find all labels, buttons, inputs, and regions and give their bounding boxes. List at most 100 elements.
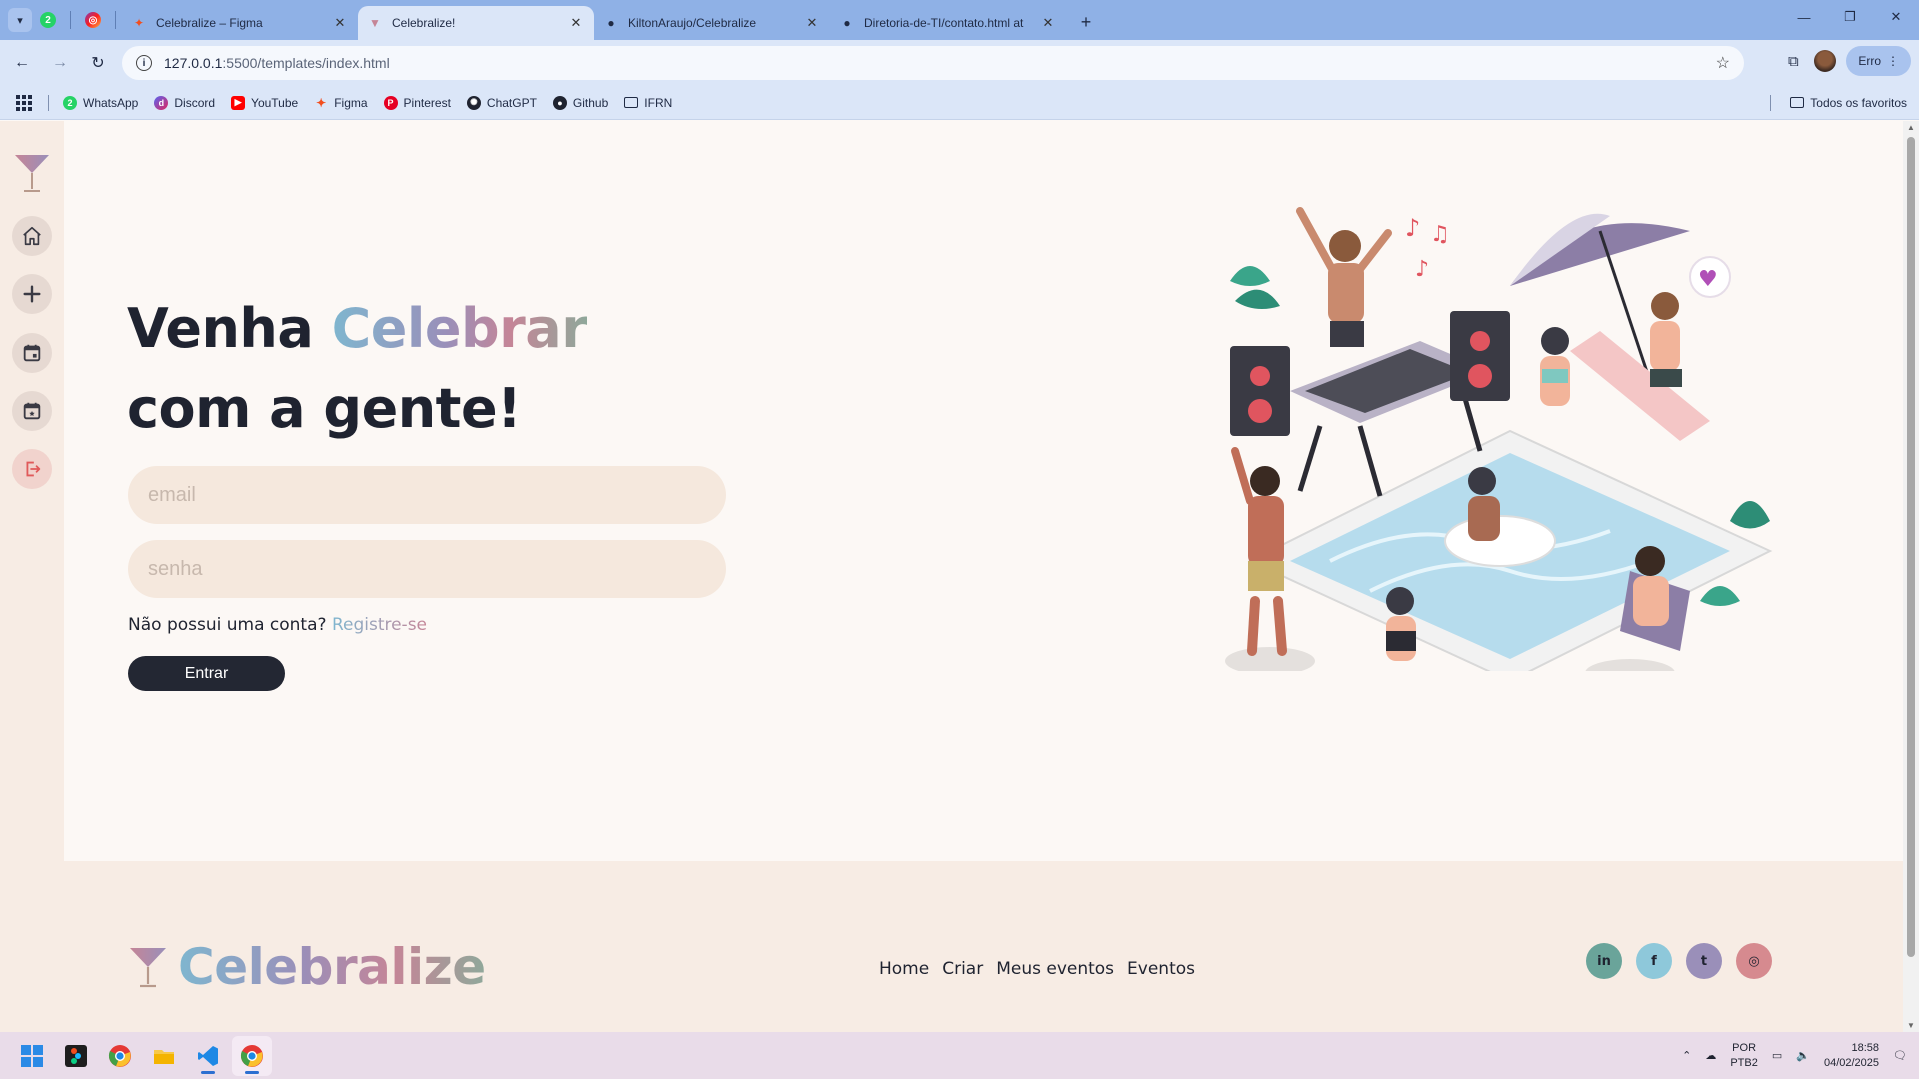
footer: Celebralize Home Criar Meus eventos Even… — [64, 861, 1903, 1032]
footer-brand[interactable]: Celebralize — [128, 938, 486, 996]
tab-close-icon[interactable]: ✕ — [568, 15, 584, 31]
footer-nav: Home Criar Meus eventos Eventos — [879, 959, 1195, 979]
bookmark-separator — [48, 94, 49, 111]
os-taskbar: ⌃ ☁ POR PTB2 ▭ 🔈 18:58 04/02/2025 🗨 — [0, 1032, 1919, 1079]
forward-button[interactable]: → — [44, 47, 76, 79]
start-button[interactable] — [12, 1036, 52, 1076]
home-icon — [23, 226, 41, 246]
taskbar-file-explorer[interactable] — [144, 1036, 184, 1076]
folder-icon — [624, 97, 639, 108]
language-indicator[interactable]: POR PTB2 — [1730, 1041, 1758, 1071]
register-prompt: Não possui uma conta? Registre-se — [128, 615, 427, 635]
sidebar-item-events[interactable] — [12, 391, 52, 431]
email-field[interactable] — [128, 466, 726, 524]
tab-celebralize[interactable]: ▼ Celebralize! ✕ — [358, 6, 594, 40]
scroll-up-icon[interactable]: ▲ — [1907, 123, 1915, 132]
footer-link-events[interactable]: Eventos — [1127, 959, 1195, 979]
chatgpt-icon: ✺ — [466, 95, 481, 110]
onedrive-off-icon[interactable]: ☁ — [1705, 1049, 1716, 1062]
url-host: 127.0.0.1 — [164, 55, 223, 71]
hero-prefix: Venha — [127, 297, 332, 360]
address-bar[interactable]: i 127.0.0.1:5500/templates/index.html ☆ — [122, 46, 1744, 80]
tab-close-icon[interactable]: ✕ — [1040, 15, 1056, 31]
bookmark-chatgpt[interactable]: ✺ ChatGPT — [466, 95, 537, 110]
sidebar-item-my-events[interactable] — [12, 333, 52, 373]
twitter-icon[interactable]: t — [1686, 943, 1722, 979]
pool-party-illustration: ♪ ♫ ♪ ♥ — [1225, 207, 1773, 671]
reload-button[interactable]: ↻ — [82, 47, 114, 79]
linkedin-icon[interactable]: in — [1586, 943, 1622, 979]
sidebar-item-create[interactable] — [12, 274, 52, 314]
tab-github-contato[interactable]: ● Diretoria-de-TI/contato.html at ✕ — [830, 6, 1066, 40]
taskbar-figma[interactable] — [56, 1036, 96, 1076]
system-tray: ⌃ ☁ POR PTB2 ▭ 🔈 18:58 04/02/2025 🗨 — [1682, 1032, 1907, 1079]
tray-overflow-icon[interactable]: ⌃ — [1682, 1049, 1691, 1062]
error-button[interactable]: Erro ⋮ — [1846, 46, 1911, 76]
extensions-icon[interactable]: ⧉ — [1782, 50, 1804, 72]
sidebar-item-logout[interactable] — [12, 449, 52, 489]
instagram-icon[interactable]: ◎ — [1736, 943, 1772, 979]
page-scrollbar[interactable]: ▲ ▼ — [1903, 121, 1919, 1032]
footer-link-create[interactable]: Criar — [942, 959, 983, 979]
volume-icon[interactable]: 🔈 — [1796, 1049, 1810, 1062]
bookmark-youtube[interactable]: ▶ YouTube — [231, 95, 299, 110]
calendar-check-icon — [23, 402, 41, 420]
bookmark-separator — [1770, 94, 1771, 111]
sidebar — [0, 121, 64, 1032]
facebook-icon[interactable]: f — [1636, 943, 1672, 979]
folder-icon — [154, 1049, 174, 1064]
taskbar-vscode[interactable] — [188, 1036, 228, 1076]
footer-link-my-events[interactable]: Meus eventos — [996, 959, 1114, 979]
lang-line2: PTB2 — [1730, 1056, 1758, 1069]
bookmark-discord[interactable]: d Discord — [154, 95, 216, 110]
scrollbar-thumb[interactable] — [1907, 137, 1915, 957]
tab-close-icon[interactable]: ✕ — [332, 15, 348, 31]
bookmark-label: YouTube — [251, 95, 299, 110]
close-window-icon[interactable]: ✕ — [1873, 0, 1919, 34]
apps-grid-icon[interactable] — [16, 94, 32, 111]
new-tab-button[interactable]: + — [1072, 8, 1100, 36]
restore-icon[interactable]: ❐ — [1827, 0, 1873, 34]
bookmark-figma[interactable]: ✦ Figma — [314, 96, 367, 110]
register-link[interactable]: Registre-se — [332, 615, 427, 635]
tab-figma[interactable]: ✦ Celebralize – Figma ✕ — [122, 6, 358, 40]
discord-icon: d — [154, 95, 169, 110]
pinterest-icon: P — [383, 95, 398, 110]
tab-github-celebralize[interactable]: ● KiltonAraujo/Celebralize ✕ — [594, 6, 830, 40]
bookmark-label: Discord — [174, 95, 216, 110]
password-field[interactable] — [128, 540, 726, 598]
taskbar-chrome[interactable] — [100, 1036, 140, 1076]
url-path: :5500/templates/index.html — [222, 55, 390, 71]
sidebar-item-home[interactable] — [12, 216, 52, 256]
site-info-icon[interactable]: i — [136, 55, 152, 71]
notifications-icon[interactable]: 🗨 — [1893, 1049, 1907, 1062]
tab-search-button[interactable]: ▾ — [8, 8, 32, 32]
network-icon[interactable]: ▭ — [1772, 1049, 1782, 1062]
taskbar-chrome-profile[interactable] — [232, 1035, 272, 1076]
bookmark-star-icon[interactable]: ☆ — [1716, 53, 1730, 73]
pinned-tab-whatsapp[interactable]: 2 — [32, 6, 64, 34]
celebralize-logo — [130, 948, 166, 988]
back-button[interactable]: ← — [6, 47, 38, 79]
bookmark-label: IFRN — [644, 95, 673, 110]
error-label: Erro — [1858, 54, 1881, 68]
login-button[interactable]: Entrar — [128, 656, 285, 691]
bookmark-ifrn[interactable]: IFRN — [624, 96, 672, 110]
svg-text:♪: ♪ — [1415, 257, 1429, 282]
bookmark-whatsapp[interactable]: 2 WhatsApp — [63, 95, 138, 110]
celebralize-logo[interactable] — [12, 151, 52, 195]
footer-link-home[interactable]: Home — [879, 959, 929, 979]
footer-brand-text: Celebralize — [178, 938, 486, 996]
all-bookmarks[interactable]: Todos os favoritos — [1790, 96, 1907, 110]
github-icon: ● — [552, 95, 567, 110]
figma-icon — [65, 1044, 87, 1067]
profile-avatar[interactable] — [1814, 50, 1837, 72]
tab-close-icon[interactable]: ✕ — [804, 15, 820, 31]
scroll-down-icon[interactable]: ▼ — [1907, 1021, 1915, 1030]
clock[interactable]: 18:58 04/02/2025 — [1824, 1041, 1879, 1071]
tab-label: Celebralize – Figma — [156, 16, 263, 30]
minimize-icon[interactable]: — — [1781, 0, 1827, 34]
bookmark-pinterest[interactable]: P Pinterest — [383, 95, 451, 110]
pinned-tab-instagram[interactable]: ◎ — [77, 6, 109, 34]
bookmark-github[interactable]: ● Github — [552, 95, 608, 110]
